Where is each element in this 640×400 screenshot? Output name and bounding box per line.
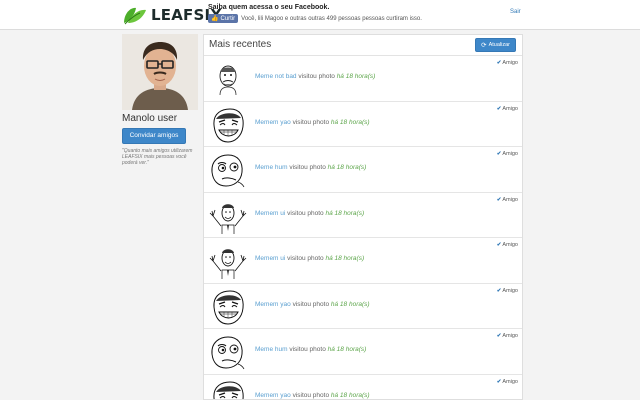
refresh-label: Atualizar bbox=[488, 42, 510, 48]
profile-name: Manolo user bbox=[122, 113, 178, 124]
check-icon: ✔ bbox=[496, 378, 502, 385]
visit-time: há 18 hora(s) bbox=[325, 255, 365, 262]
thumbs-up-icon: 👍 bbox=[211, 16, 219, 22]
visitor-name[interactable]: Memem yao bbox=[255, 392, 291, 399]
friend-badge: ✔Amigo bbox=[497, 197, 518, 203]
visit-time: há 18 hora(s) bbox=[325, 209, 365, 217]
visitor-name[interactable]: Meme not bad bbox=[255, 73, 297, 80]
friend-badge: ✔Amigo bbox=[497, 333, 518, 339]
visitor-name[interactable]: Memem ui bbox=[255, 210, 285, 217]
friend-badge: ✔Amigo bbox=[497, 379, 518, 385]
like-label: Curtir bbox=[220, 15, 236, 22]
visit-time: há 18 hora(s) bbox=[327, 164, 367, 171]
friend-badge-label: Amigo bbox=[502, 105, 518, 112]
visit-verb: visitou photo bbox=[292, 300, 330, 308]
visit-verb: visitou photo bbox=[287, 209, 324, 217]
friend-badge-label: Amigo bbox=[502, 196, 518, 203]
visitor-name[interactable]: Meme hum bbox=[255, 346, 288, 353]
list-item[interactable]: Meme hum visitou photo há 18 hora(s) ✔Ami… bbox=[204, 147, 522, 193]
friend-badge: ✔Amigo bbox=[497, 60, 518, 66]
friend-badge: ✔Amigo bbox=[497, 151, 518, 157]
yao-ming-meme-icon bbox=[208, 288, 248, 325]
list-item[interactable]: Memem ui visitou photo há 18 hora(s) ✔Ami… bbox=[204, 193, 522, 238]
top-bar: LEAFSIX Saiba quem acessa o seu Facebook… bbox=[0, 0, 640, 30]
recent-visits-panel: Mais recentes ⟳ Atualizar Meme not bad v… bbox=[203, 34, 523, 400]
refresh-icon: ⟳ bbox=[481, 42, 487, 49]
hmm-meme-icon bbox=[208, 152, 248, 188]
list-item[interactable]: Memem yao visitou photo há 18 hora(s) ✔Am… bbox=[204, 375, 522, 399]
promo-title: Saiba quem acessa o seu Facebook. bbox=[208, 4, 330, 11]
friend-badge: ✔Amigo bbox=[497, 242, 518, 248]
check-icon: ✔ bbox=[496, 151, 502, 157]
visit-text: Memem yao visitou photo há 18 hora(s) bbox=[255, 392, 370, 399]
check-icon: ✔ bbox=[496, 105, 502, 112]
visit-text: Memem yao visitou photo há 18 hora(s) bbox=[255, 301, 370, 308]
visit-text: Memem ui visitou photo há 18 hora(s) bbox=[255, 210, 364, 217]
check-icon: ✔ bbox=[496, 242, 502, 248]
visit-verb: visitou photo bbox=[292, 118, 330, 126]
visit-list: Meme not bad visitou photo há 18 hora(s)… bbox=[204, 56, 522, 399]
check-icon: ✔ bbox=[496, 287, 502, 294]
visit-verb: visitou photo bbox=[289, 346, 326, 353]
visit-text: Memem ui visitou photo há 18 hora(s) bbox=[255, 255, 364, 262]
visitor-name[interactable]: Memem ui bbox=[255, 255, 285, 262]
visit-time: há 18 hora(s) bbox=[330, 300, 370, 308]
logo[interactable]: LEAFSIX bbox=[122, 4, 222, 26]
visit-time: há 18 hora(s) bbox=[330, 391, 370, 399]
check-icon: ✔ bbox=[496, 333, 502, 339]
friend-badge: ✔Amigo bbox=[497, 288, 518, 294]
avatar bbox=[122, 34, 198, 110]
profile-photo-icon bbox=[122, 34, 198, 110]
refresh-button[interactable]: ⟳ Atualizar bbox=[475, 38, 516, 52]
obama-not-bad-meme-icon bbox=[208, 61, 248, 97]
logout-link[interactable]: Sair bbox=[510, 9, 521, 15]
friend-badge-label: Amigo bbox=[502, 242, 518, 248]
friend-badge-label: Amigo bbox=[502, 60, 518, 66]
list-item[interactable]: Meme hum visitou photo há 18 hora(s) ✔Ami… bbox=[204, 329, 522, 375]
visitor-name[interactable]: Memem yao bbox=[255, 119, 291, 126]
friend-badge-label: Amigo bbox=[502, 378, 518, 385]
visit-text: Meme hum visitou photo há 18 hora(s) bbox=[255, 164, 366, 171]
panel-header: Mais recentes ⟳ Atualizar bbox=[204, 35, 522, 56]
promo-box: Saiba quem acessa o seu Facebook. 👍 Curt… bbox=[208, 4, 422, 23]
visit-verb: visitou photo bbox=[289, 164, 326, 171]
check-icon: ✔ bbox=[496, 60, 502, 66]
visit-verb: visitou photo bbox=[287, 255, 324, 262]
profile-sidebar: Manolo user Convidar amigos "Quanto mais… bbox=[122, 34, 198, 166]
list-item[interactable]: Memem yao visitou photo há 18 hora(s) ✔Am… bbox=[204, 284, 522, 329]
visit-time: há 18 hora(s) bbox=[330, 118, 370, 126]
friend-badge: ✔Amigo bbox=[497, 106, 518, 112]
yeah-meme-icon bbox=[208, 243, 248, 279]
list-item[interactable]: Memem ui visitou photo há 18 hora(s) ✔Ami… bbox=[204, 238, 522, 284]
check-icon: ✔ bbox=[496, 196, 502, 203]
yeah-meme-icon bbox=[208, 197, 248, 234]
friend-badge-label: Amigo bbox=[502, 333, 518, 339]
leaf-logo-icon bbox=[124, 7, 146, 25]
visit-text: Meme not bad visitou photo há 18 hora(s) bbox=[255, 73, 375, 80]
visitor-name[interactable]: Memem yao bbox=[255, 301, 291, 308]
friend-badge-label: Amigo bbox=[502, 287, 518, 294]
like-button[interactable]: 👍 Curtir bbox=[208, 14, 239, 23]
visit-text: Memem yao visitou photo há 18 hora(s) bbox=[255, 119, 370, 126]
friend-badge-label: Amigo bbox=[502, 151, 518, 157]
panel-title: Mais recentes bbox=[209, 39, 272, 50]
yao-ming-meme-icon bbox=[208, 379, 248, 399]
hmm-meme-icon bbox=[208, 334, 248, 370]
visitor-name[interactable]: Meme hum bbox=[255, 164, 288, 171]
visit-time: há 18 hora(s) bbox=[327, 346, 367, 353]
promo-text: Você, lili Magoo e outras outras 499 pes… bbox=[241, 15, 422, 22]
invite-hint: "Quanto mais amigos utilizarem LEAFSIX m… bbox=[122, 148, 193, 166]
visit-text: Meme hum visitou photo há 18 hora(s) bbox=[255, 346, 366, 353]
list-item[interactable]: Memem yao visitou photo há 18 hora(s) ✔Am… bbox=[204, 102, 522, 147]
list-item[interactable]: Meme not bad visitou photo há 18 hora(s)… bbox=[204, 56, 522, 102]
visit-verb: visitou photo bbox=[292, 391, 330, 399]
visit-verb: visitou photo bbox=[298, 73, 335, 80]
yao-ming-meme-icon bbox=[208, 106, 248, 143]
invite-friends-button[interactable]: Convidar amigos bbox=[122, 128, 186, 144]
visit-time: há 18 hora(s) bbox=[336, 73, 376, 80]
